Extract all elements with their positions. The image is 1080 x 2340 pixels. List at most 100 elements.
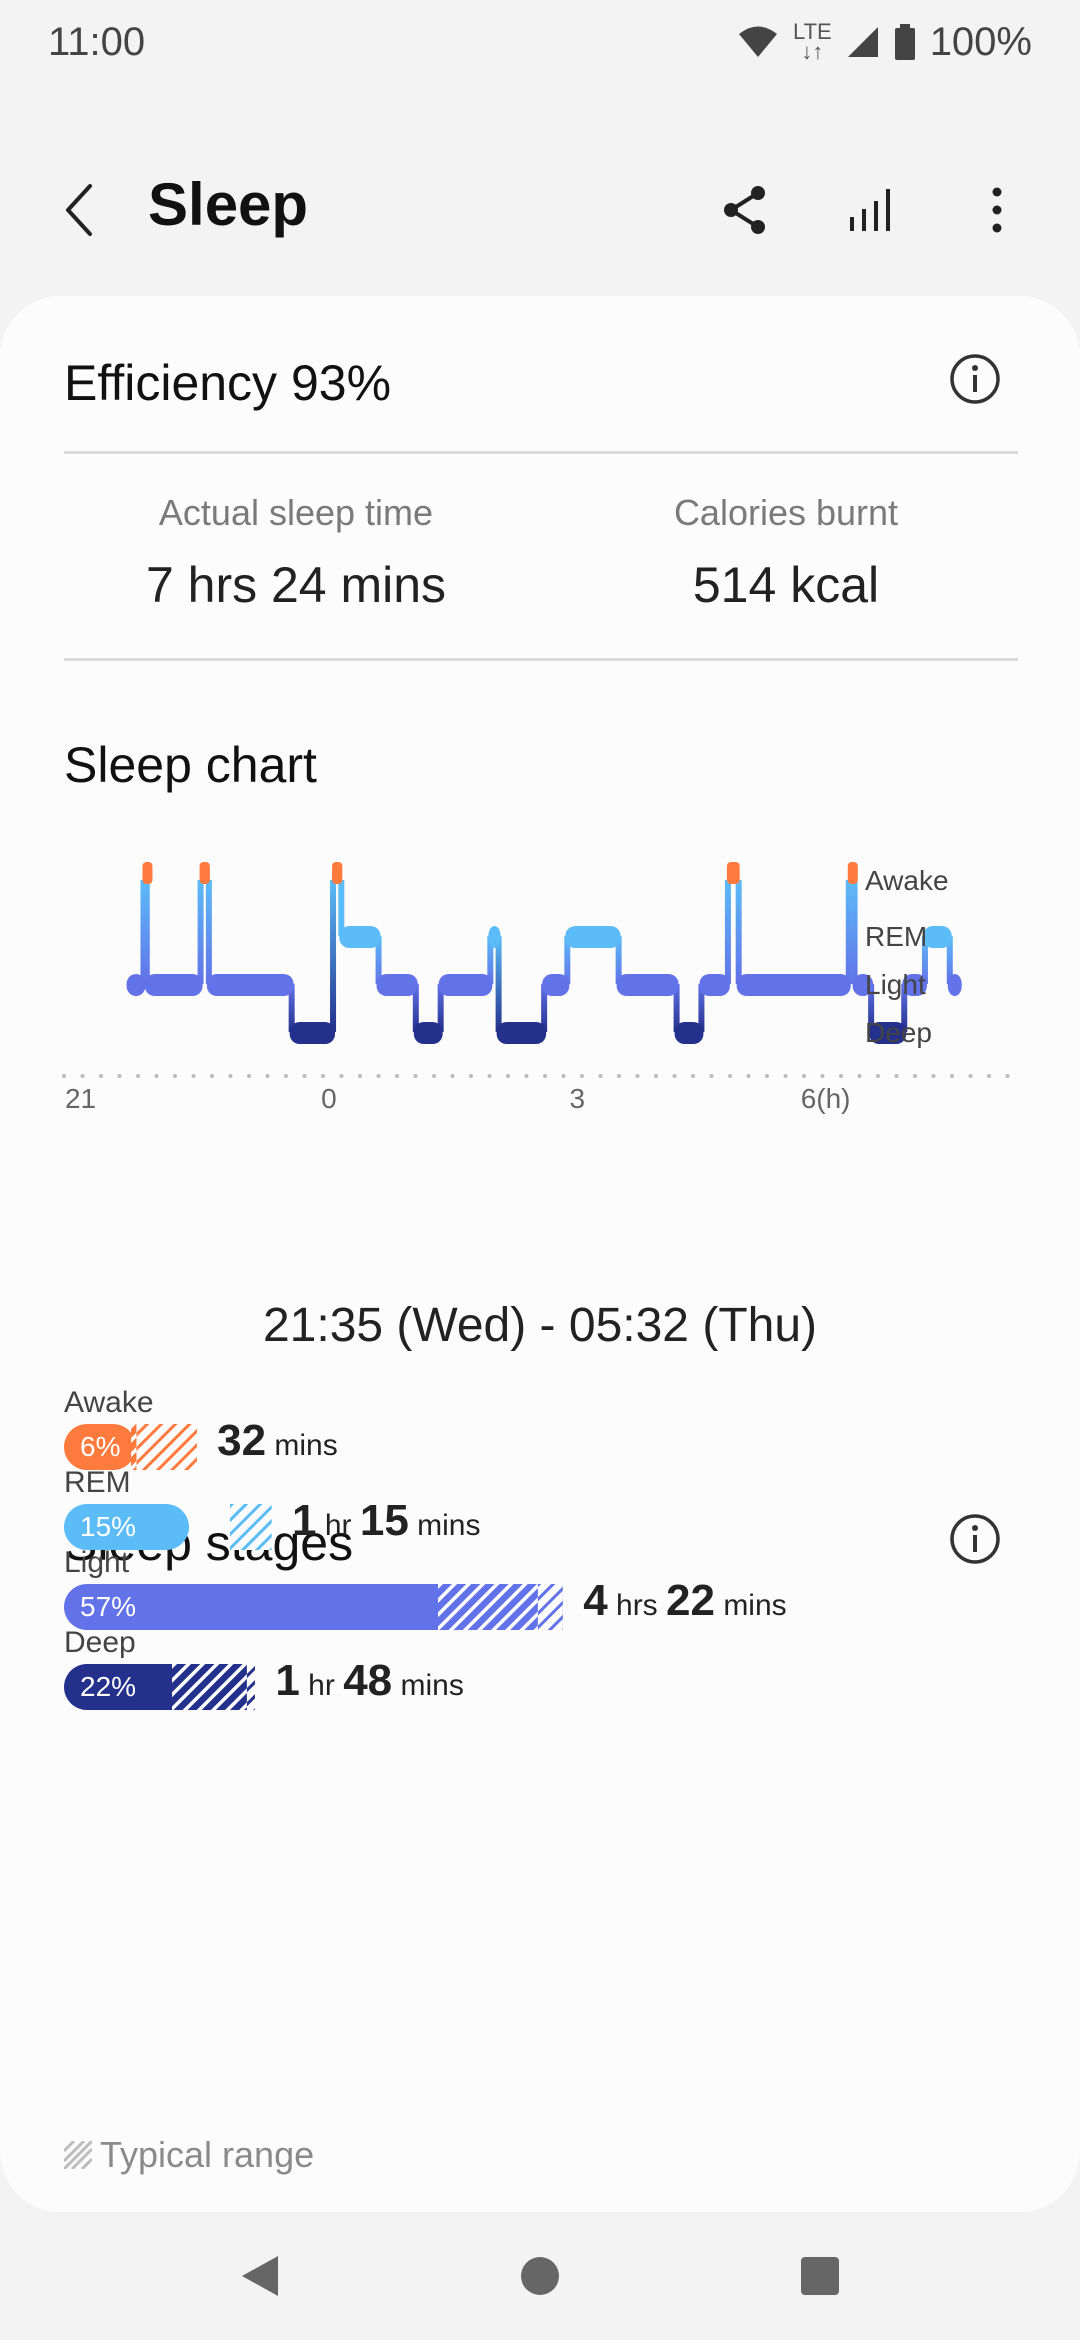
axis-dot: [1005, 1074, 1010, 1078]
stage-label: Light: [64, 1546, 130, 1579]
axis-dot: [783, 1074, 788, 1078]
axis-dot: [432, 1074, 436, 1078]
axis-dot: [487, 1074, 492, 1078]
axis-dot: [839, 1074, 843, 1078]
axis-dot: [617, 1074, 621, 1078]
stage-awake: Awake 6% 32 mins: [64, 1386, 338, 1470]
more-options-button[interactable]: [954, 172, 1040, 248]
y-axis-label: REM: [865, 921, 927, 952]
axis-dot: [968, 1074, 973, 1078]
axis-dot: [931, 1074, 936, 1078]
axis-dot: [913, 1074, 917, 1078]
stage-duration: 1 hr 48 mins: [275, 1656, 463, 1706]
sleep-segment-light: [699, 974, 730, 996]
sleep-segment-awake: [199, 862, 210, 884]
duration-number: 1: [275, 1656, 300, 1705]
stage-bar-row: 22% 1 hr 48 mins: [64, 1656, 464, 1710]
duration-number: 32: [217, 1416, 267, 1465]
axis-dot: [709, 1074, 714, 1078]
duration-unit: mins: [392, 1669, 464, 1702]
cell-signal-icon: [847, 27, 878, 57]
stage-label: Awake: [64, 1386, 154, 1419]
axis-dot: [894, 1074, 899, 1078]
axis-dot: [857, 1074, 862, 1078]
sleep-segment-rem: [922, 926, 952, 948]
stage-light: Light 57% 4 hrs 22 mins: [64, 1546, 787, 1630]
sleep-segment-light: [438, 974, 493, 996]
axis-dot: [506, 1074, 510, 1078]
axis-dot: [210, 1074, 214, 1078]
stage-transition-line: [845, 880, 852, 984]
stage-percent-bar: 15%: [64, 1504, 189, 1550]
hatch-pattern-icon: [64, 2141, 92, 2169]
stage-rem: REM 15% 1 hr 15 mins: [64, 1466, 480, 1550]
typical-range-hatch: [438, 1584, 564, 1630]
stage-percent: 57%: [80, 1591, 137, 1622]
status-icons: LTE ↓↑ 100%: [737, 20, 1032, 65]
nav-recents-icon: [801, 2257, 839, 2295]
typical-range-hatch: [172, 1664, 256, 1710]
status-bar: 11:00 LTE ↓↑ 100%: [0, 0, 1080, 84]
axis-dot: [321, 1074, 325, 1078]
sleep-segment-awake: [332, 862, 343, 884]
stage-transition-line: [330, 880, 337, 1032]
sleep-details-card: Efficiency 93% Actual sleep time 7 hrs 2…: [0, 296, 1080, 2212]
sleep-segment-light: [376, 974, 418, 996]
sleep-segment-awake: [847, 862, 858, 884]
battery-percent: 100%: [929, 19, 1032, 64]
sleep-segment-light: [947, 974, 962, 996]
sleep-segment-deep: [413, 1022, 443, 1044]
sleep-segment-deep: [289, 1022, 336, 1044]
app-bar: Sleep: [0, 160, 1080, 260]
x-tick-label: 3: [569, 1083, 585, 1114]
duration-unit: hr: [316, 1509, 360, 1542]
system-nav-bar: [0, 2212, 1080, 2340]
stage-transition-line: [851, 880, 858, 984]
stage-duration: 32 mins: [217, 1416, 338, 1466]
info-icon: [950, 1514, 1000, 1564]
sleep-segment-light: [542, 974, 570, 996]
duration-unit: mins: [714, 1589, 787, 1622]
axis-dot: [395, 1074, 399, 1078]
duration-number: 15: [359, 1496, 409, 1545]
stage-transition-line: [143, 880, 150, 984]
axis-dot: [598, 1074, 603, 1078]
axis-dot: [654, 1074, 658, 1078]
axis-dot: [228, 1074, 233, 1078]
back-button[interactable]: [58, 182, 108, 238]
share-button[interactable]: [702, 172, 788, 248]
stage-transition-line: [197, 880, 204, 984]
duration-number: 22: [666, 1576, 715, 1625]
axis-dot: [802, 1074, 806, 1078]
axis-dot: [284, 1074, 288, 1078]
more-vert-icon: [992, 187, 1002, 233]
x-tick-label: 0: [321, 1083, 337, 1114]
sleep-segment-light: [736, 974, 851, 996]
nav-home-button[interactable]: [480, 2226, 600, 2326]
sleep-stages-info-button[interactable]: [948, 1512, 1002, 1566]
axis-dot: [191, 1074, 196, 1078]
stage-bar-row: 57% 4 hrs 22 mins: [64, 1576, 787, 1630]
typical-range-hatch: [130, 1424, 198, 1470]
nav-back-button[interactable]: [200, 2226, 320, 2326]
stage-label: Deep: [64, 1626, 136, 1659]
axis-dot: [99, 1074, 103, 1078]
stage-bar-row: 6% 32 mins: [64, 1416, 338, 1470]
axis-dot: [173, 1074, 177, 1078]
sleep-segment-rem: [565, 926, 621, 948]
axis-dot: [265, 1074, 270, 1078]
stage-deep: Deep 22% 1 hr 48 mins: [64, 1626, 464, 1710]
trends-button[interactable]: [828, 172, 914, 248]
typical-range-label: Typical range: [100, 2134, 315, 2175]
nav-recents-button[interactable]: [760, 2226, 880, 2326]
duration-number: 48: [343, 1656, 393, 1705]
sleep-segment-light: [206, 974, 294, 996]
axis-dot: [561, 1074, 566, 1078]
axis-dot: [247, 1074, 251, 1078]
stage-percent: 6%: [80, 1431, 121, 1462]
stage-percent: 22%: [80, 1671, 137, 1702]
axis-dot: [302, 1074, 307, 1078]
back-icon: [66, 184, 92, 236]
y-axis-label: Awake: [865, 865, 949, 896]
axis-dot: [154, 1074, 159, 1078]
